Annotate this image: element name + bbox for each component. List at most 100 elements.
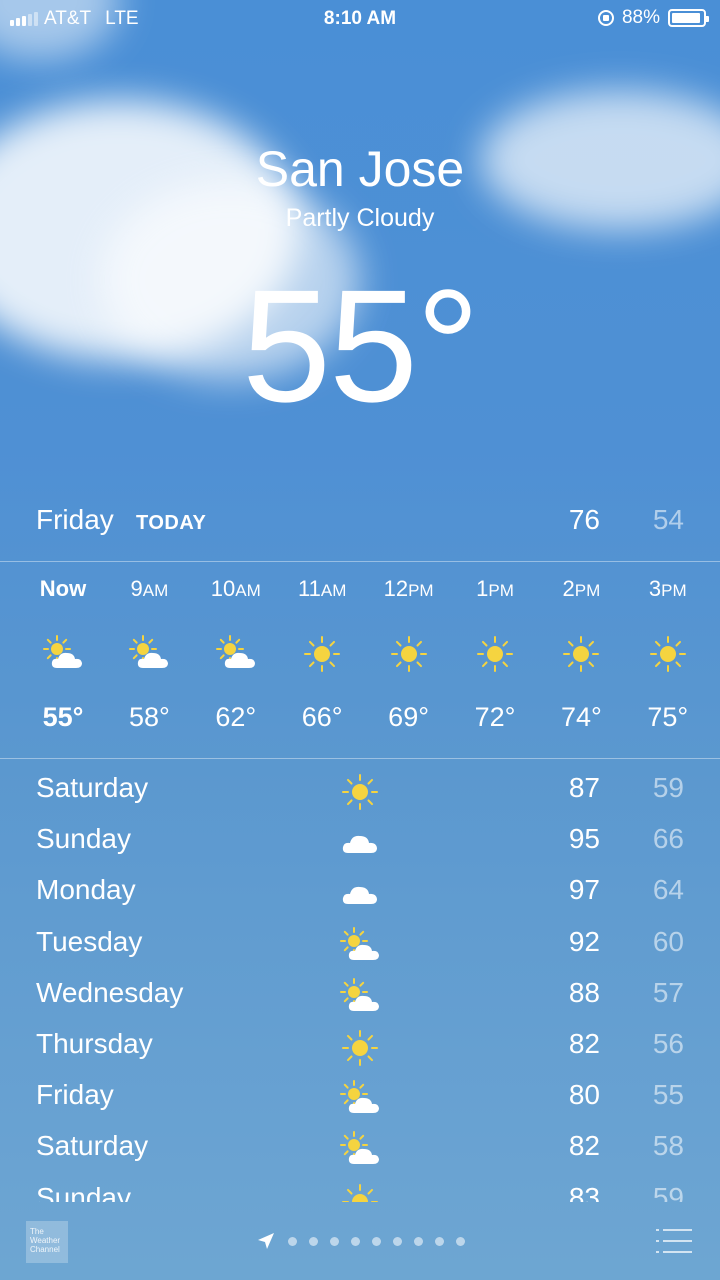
status-right: 88% [597,7,709,29]
day-name: Sunday [36,823,131,855]
hour-label: 12PM [366,576,452,602]
hour-temperature: 58° [128,702,170,732]
day-name: Tuesday [36,925,143,957]
hour-temperature: 55° [42,702,84,732]
partly-cloudy-icon [338,926,382,966]
cloud-icon [338,823,382,863]
hour-value: 10 [210,576,236,601]
page-dot[interactable] [351,1236,360,1246]
hour-value: 2 [562,576,575,601]
sun-icon [475,634,515,674]
hour-ampm: AM [235,581,261,600]
rotation-lock-icon [597,10,614,26]
sun-icon [302,634,342,674]
day-name: Sunday [36,1181,131,1202]
page-dot[interactable] [288,1236,297,1246]
day-high: 88 [568,976,600,1008]
sun-icon [389,634,429,674]
daily-row: Tuesday 92 60 [0,926,720,977]
day-high: 82 [568,1028,600,1059]
day-name: Friday [36,1079,114,1111]
day-name: Saturday [36,1130,149,1162]
daily-forecast[interactable]: Saturday 87 59 Sunday 95 66 Monday 97 64 Tuesday 9… [0,772,720,1202]
hour-label: 1PM [452,576,538,602]
day-low: 56 [652,1028,684,1059]
current-temperature: 55° [242,256,480,435]
partly-cloudy-icon [338,1130,382,1170]
condition-text: Partly Cloudy [285,204,435,232]
hour-label: 3PM [625,576,711,602]
day-high: 95 [568,823,600,855]
weather-channel-logo[interactable]: The Weather Channel [26,1221,68,1263]
daily-row: Saturday 82 58 [0,1130,720,1181]
day-name: Thursday [36,1028,153,1059]
day-low: 66 [652,823,684,855]
hour-ampm: PM [574,581,601,600]
daily-row: Wednesday 88 57 [0,977,720,1028]
partly-cloudy-icon [338,1079,382,1119]
day-high: 97 [568,874,600,906]
day-low: 59 [652,1181,684,1202]
daily-row: Sunday 83 59 [0,1182,720,1202]
page-dot[interactable] [393,1236,402,1246]
hour-value: 1 [476,576,489,601]
sun-icon [648,634,688,674]
day-high: 83 [568,1181,600,1202]
page-dot[interactable] [372,1236,381,1246]
daily-row: Friday 80 55 [0,1079,720,1130]
hour-ampm: PM [661,581,687,600]
battery-percent: 88% [621,7,660,28]
hour-value: 11 [298,576,321,601]
today-row: Friday TODAY 76 54 [0,504,720,544]
hour-temperature: 74° [560,702,602,732]
sun-icon [338,1028,382,1068]
today-high: 76 [568,504,600,535]
hour-value: 9 [130,576,143,601]
page-indicator[interactable] [256,1231,465,1251]
hour-ampm: PM [408,581,434,600]
day-low: 60 [652,925,684,957]
page-dot[interactable] [414,1236,423,1246]
bottom-toolbar: The Weather Channel [0,1203,720,1280]
today-low: 54 [652,504,684,535]
day-low: 55 [652,1079,684,1111]
hour-label: 10AM [193,576,279,602]
day-low: 64 [652,874,684,906]
city-list-icon[interactable] [654,1227,694,1255]
day-high: 82 [568,1130,600,1162]
hour-temperature: 69° [388,702,430,732]
day-low: 59 [652,772,684,803]
hour-label: 9AM [106,576,192,602]
day-name: Wednesday [36,976,184,1008]
today-tag: TODAY [136,512,207,534]
cloud-icon [338,874,382,914]
day-low: 58 [652,1130,684,1162]
today-day: Friday [36,504,114,535]
battery-icon [668,9,709,27]
day-high: 87 [568,772,600,803]
hour-value: 12 [383,576,409,601]
divider [0,561,720,562]
daily-row: Thursday 82 56 [0,1028,720,1079]
hour-label: 11AM [279,576,365,602]
sun-icon [338,772,382,812]
hour-label: 2PM [538,576,624,602]
partly-cloudy-icon [129,634,169,674]
day-name: Monday [36,874,136,906]
day-high: 92 [568,925,600,957]
status-bar: AT&T LTE 8:10 AM 88% [0,0,720,36]
location-arrow-icon [258,1233,274,1249]
page-dot[interactable] [330,1236,339,1246]
hour-temperature: 66° [301,702,343,732]
hour-temperature: 72° [474,702,516,732]
hour-value: Now [39,576,87,601]
page-dot[interactable] [309,1236,318,1246]
partly-cloudy-icon [215,634,256,674]
partly-cloudy-icon [43,634,83,674]
sun-icon [561,634,601,674]
page-dot[interactable] [435,1236,444,1246]
page-dot[interactable] [456,1236,465,1246]
city-name: San Jose [255,141,465,197]
day-high: 80 [568,1079,600,1111]
hour-temperature: 75° [647,702,689,732]
